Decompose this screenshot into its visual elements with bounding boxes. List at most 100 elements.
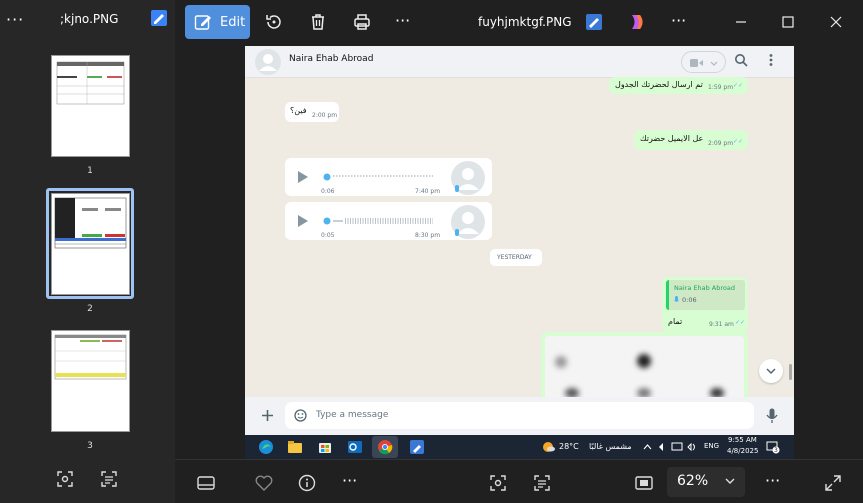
voice-duration: 0:05 <box>321 232 335 239</box>
blurred-image <box>545 336 744 402</box>
waveform-icon[interactable] <box>323 170 435 184</box>
toolbar-more-button[interactable]: ··· <box>395 11 410 30</box>
actual-size-icon[interactable] <box>634 473 654 493</box>
play-icon[interactable] <box>297 214 309 228</box>
filmstrip-icon[interactable] <box>196 473 216 493</box>
clock-time[interactable]: 9:55 AM <box>728 436 757 444</box>
voice-note-2: 0:05 8:30 pm <box>285 202 492 240</box>
file-title: fuyhjmktgf.PNG <box>478 15 572 29</box>
chrome-taskbar-active[interactable] <box>372 436 398 458</box>
thumbnail-2-content <box>54 197 127 249</box>
chevron-up-icon[interactable] <box>643 443 652 450</box>
message-text: عل الايميل حضرتك <box>640 134 704 143</box>
edit-button-label: Edit <box>220 15 246 30</box>
waveform-icon[interactable] <box>323 214 435 228</box>
microphone-icon[interactable] <box>766 408 778 424</box>
message-text: تمام <box>668 317 683 326</box>
scroll-down-button[interactable] <box>759 359 783 383</box>
message-input[interactable]: Type a message <box>285 402 754 429</box>
language-indicator[interactable]: ENG <box>704 442 719 450</box>
day-separator-label: YESTERDAY <box>497 254 532 261</box>
print-icon[interactable] <box>352 12 372 32</box>
zoom-dropdown[interactable]: 62% <box>667 467 745 497</box>
page-number-3: 3 <box>87 441 93 451</box>
toolbar-more-button-2[interactable]: ··· <box>671 11 686 30</box>
page-number-1: 1 <box>87 166 93 176</box>
sticker-icon[interactable] <box>294 409 307 422</box>
rotate-icon[interactable] <box>264 12 284 32</box>
image-message[interactable] <box>541 332 748 402</box>
file-explorer-icon[interactable] <box>287 439 303 455</box>
day-separator: YESTERDAY <box>490 249 542 266</box>
info-icon[interactable] <box>297 473 317 493</box>
store-icon[interactable] <box>317 439 333 455</box>
message-text: فين؟ <box>290 106 307 115</box>
menu-dots-icon[interactable] <box>767 53 775 67</box>
page-thumbnail-2[interactable] <box>51 193 130 295</box>
fullscreen-icon[interactable] <box>823 473 843 493</box>
message-in-1: فين؟ 2:00 pm <box>285 102 339 122</box>
contact-name[interactable]: Naira Ehab Abroad <box>289 54 373 64</box>
page-number-2: 2 <box>87 304 93 314</box>
bottom-more-button-2[interactable]: ··· <box>765 471 780 490</box>
weather-sun-icon[interactable] <box>542 440 556 454</box>
message-time: 2:09 pm <box>708 140 734 147</box>
system-tray-icons[interactable] <box>658 441 700 453</box>
zoom-value: 62% <box>677 473 709 489</box>
contact-avatar-icon[interactable] <box>255 49 281 75</box>
message-time: 9:31 am <box>709 321 734 328</box>
visual-search-icon[interactable] <box>488 473 508 493</box>
notification-count: 3 <box>774 447 778 454</box>
minimize-icon[interactable] <box>731 12 751 32</box>
thumbnail-1-content <box>56 61 125 105</box>
windows-taskbar: 28°C مشمس غالبًا ENG 9:55 AM 4/8/2025 3 <box>245 435 794 459</box>
edit-button[interactable]: Edit <box>185 5 250 39</box>
edit-image-icon[interactable] <box>150 9 168 27</box>
message-text: تم ارسال لحضرتك الجدول <box>615 80 703 89</box>
chat-scrollbar[interactable] <box>789 364 792 380</box>
left-more-button[interactable]: ··· <box>6 10 24 29</box>
attach-plus-icon[interactable] <box>261 409 274 422</box>
chevron-down-icon <box>766 368 776 375</box>
edge-icon[interactable] <box>258 439 274 455</box>
image-editor-icon[interactable] <box>584 12 604 32</box>
copilot-designer-icon[interactable] <box>628 12 648 32</box>
voice-note-1: 0:06 7:40 pm <box>285 158 492 196</box>
close-icon[interactable] <box>826 12 846 32</box>
visual-search-icon[interactable] <box>55 469 75 489</box>
page-thumbnail-1[interactable] <box>51 55 130 157</box>
thumbnail-panel-footer <box>0 459 175 503</box>
weather-temp: 28°C <box>559 442 579 451</box>
thumbnail-3-content <box>54 334 127 380</box>
text-scan-icon[interactable] <box>99 469 119 489</box>
quoted-message[interactable]: Naira Ehab Abroad 0:06 <box>666 280 745 310</box>
play-icon[interactable] <box>297 170 309 184</box>
quoted-sender: Naira Ehab Abroad <box>674 284 735 292</box>
favorite-heart-icon[interactable] <box>254 473 274 493</box>
chevron-down-icon <box>725 478 735 484</box>
image-canvas: Naira Ehab Abroad تم ارسال لحضرتك الجدول… <box>245 46 794 435</box>
page-thumbnail-3[interactable] <box>51 330 130 432</box>
chevron-down-icon <box>710 61 718 66</box>
delete-icon[interactable] <box>308 12 328 32</box>
voice-time: 7:40 pm <box>415 188 441 195</box>
chrome-icon <box>378 440 393 455</box>
video-call-button[interactable] <box>681 51 726 73</box>
top-toolbar: Edit ··· fuyhjmktgf.PNG ··· <box>175 0 863 44</box>
bottom-more-button[interactable]: ··· <box>342 471 357 490</box>
clock-date[interactable]: 4/8/2025 <box>727 447 758 455</box>
read-ticks-icon: ✓✓ <box>733 82 744 89</box>
message-out-2: عل الايميل حضرتك 2:09 pm ✓✓ <box>634 130 748 150</box>
sender-avatar-icon <box>451 205 485 239</box>
quoted-duration: 0:06 <box>682 296 697 304</box>
microphone-icon <box>674 296 679 302</box>
voice-duration: 0:06 <box>321 188 335 195</box>
message-time: 2:00 pm <box>312 112 338 119</box>
photos-taskbar-icon[interactable] <box>409 439 425 455</box>
outlook-icon[interactable] <box>347 439 363 455</box>
maximize-icon[interactable] <box>778 12 798 32</box>
message-composer: Type a message <box>245 397 794 435</box>
text-scan-icon[interactable] <box>532 473 552 493</box>
read-ticks-icon: ✓✓ <box>733 138 744 145</box>
search-icon[interactable] <box>734 53 748 67</box>
